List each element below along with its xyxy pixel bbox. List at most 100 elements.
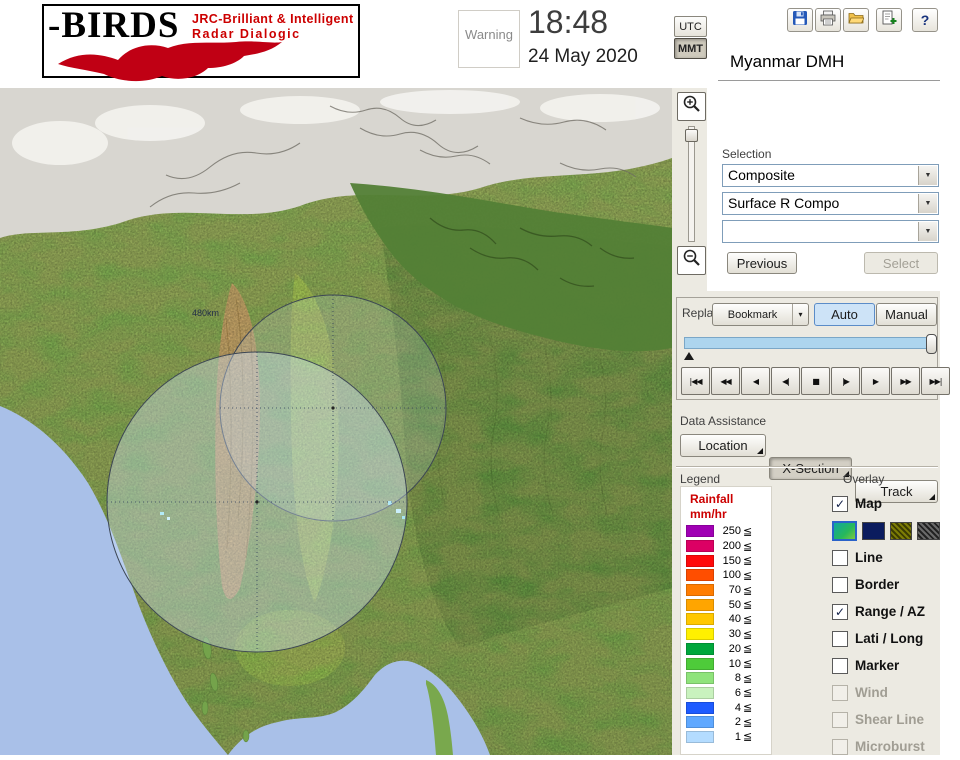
composite-combobox[interactable]: Composite ▼ [722, 164, 939, 187]
selection-label: Selection [722, 147, 771, 161]
help-button[interactable]: ? [912, 8, 938, 32]
legend-color-swatch [686, 613, 714, 625]
overlay-item-marker[interactable]: Marker [832, 652, 940, 679]
checkbox-disabled [832, 739, 848, 755]
palette-swatch-navy[interactable] [862, 522, 885, 540]
fast-rewind-button[interactable]: ◀◀ [711, 367, 740, 395]
corner-triangle-icon [757, 448, 763, 454]
step-forward-button[interactable]: |▶ [831, 367, 860, 395]
legend-value: 40 [714, 613, 741, 625]
checkbox-disabled [832, 685, 848, 701]
legend-value: 70 [714, 584, 741, 596]
chevron-down-icon[interactable]: ▼ [918, 194, 937, 213]
play-reverse-button[interactable]: ◀ [741, 367, 770, 395]
legend-row: 100≦ [686, 568, 770, 583]
overlay-item-line[interactable]: Line [832, 544, 940, 571]
chevron-down-icon[interactable]: ▾ [792, 304, 808, 325]
timeline-start-marker [684, 352, 694, 360]
legend-color-swatch [686, 540, 714, 552]
timeline-slider-thumb[interactable] [926, 334, 937, 354]
mmt-toggle-button[interactable]: MMT [674, 38, 707, 59]
skip-to-start-button[interactable]: |◀◀ [681, 367, 710, 395]
step-back-button[interactable]: ◀| [771, 367, 800, 395]
overlay-item-label: Lati / Long [855, 631, 923, 646]
open-folder-button[interactable] [843, 8, 869, 32]
lte-symbol: ≦ [743, 642, 752, 655]
checkbox-unchecked[interactable] [832, 658, 848, 674]
overlay-item-wind: Wind [832, 679, 940, 706]
magnifier-plus-icon [682, 94, 702, 119]
logo-subtitle-1: JRC-Brilliant & Intelligent [192, 12, 354, 26]
auto-label: Auto [831, 307, 858, 322]
replay-mode-auto-button[interactable]: Auto [814, 303, 875, 326]
checkbox-checked[interactable]: ✓ [832, 604, 848, 620]
palette-swatch-olive[interactable] [890, 522, 913, 540]
checkbox-unchecked[interactable] [832, 550, 848, 566]
utc-toggle-button[interactable]: UTC [674, 16, 707, 37]
combobox-value: Composite [728, 165, 795, 186]
overlay-item-lati-long[interactable]: Lati / Long [832, 625, 940, 652]
checkbox-unchecked[interactable] [832, 577, 848, 593]
overlay-item-border[interactable]: Border [832, 571, 940, 598]
skip-to-end-button[interactable]: ▶▶| [921, 367, 950, 395]
replay-mode-manual-button[interactable]: Manual [876, 303, 937, 326]
zoom-slider-thumb[interactable] [685, 129, 698, 142]
checkbox-unchecked[interactable] [832, 631, 848, 647]
lte-symbol: ≦ [743, 701, 752, 714]
map-palette-row [832, 517, 940, 544]
stop-button[interactable]: ■ [801, 367, 830, 395]
data-assistance-label: Data Assistance [680, 414, 766, 428]
legend-row: 30≦ [686, 627, 770, 642]
previous-button[interactable]: Previous [727, 252, 797, 274]
select-button[interactable]: Select [864, 252, 938, 274]
palette-swatch-terrain[interactable] [832, 521, 857, 541]
overlay-item-map[interactable]: ✓ Map [832, 490, 940, 517]
legend-color-swatch [686, 525, 714, 537]
chevron-down-icon[interactable]: ▼ [918, 222, 937, 241]
play-button[interactable]: ▶ [861, 367, 890, 395]
location-button[interactable]: Location [680, 434, 766, 457]
legend-color-swatch [686, 555, 714, 567]
overlay-item-range-az[interactable]: ✓ Range / AZ [832, 598, 940, 625]
legend-row: 20≦ [686, 642, 770, 657]
legend-value: 2 [714, 716, 741, 728]
legend-row: 8≦ [686, 671, 770, 686]
zoom-in-button[interactable] [677, 92, 706, 121]
checkbox-checked[interactable]: ✓ [832, 496, 848, 512]
radar-map-canvas[interactable]: 480km [0, 88, 672, 755]
lte-symbol: ≦ [743, 730, 752, 743]
checkbox-disabled [832, 712, 848, 728]
legend-row: 200≦ [686, 539, 770, 554]
warning-indicator[interactable]: Warning [458, 10, 520, 68]
save-button[interactable] [787, 8, 813, 32]
legend-value: 50 [714, 599, 741, 611]
lte-symbol: ≦ [743, 613, 752, 626]
export-button[interactable] [876, 8, 902, 32]
empty-combobox[interactable]: ▼ [722, 220, 939, 243]
combobox-value: Surface R Compo [728, 193, 839, 214]
replay-timeline-slider[interactable] [684, 337, 936, 349]
chevron-down-icon[interactable]: ▼ [918, 166, 937, 185]
palette-swatch-gray[interactable] [917, 522, 940, 540]
overlay-item-label: Border [855, 577, 899, 592]
print-button[interactable] [815, 8, 841, 32]
overlay-item-shear-line: Shear Line [832, 706, 940, 733]
legend-color-swatch [686, 672, 714, 684]
overlay-item-label: Marker [855, 658, 899, 673]
bookmark-split-button[interactable]: Bookmark ▾ [712, 303, 809, 326]
location-label: Location [698, 438, 747, 453]
legend-title: Rainfall [690, 492, 733, 506]
lte-symbol: ≦ [743, 540, 752, 553]
legend-color-swatch [686, 658, 714, 670]
zoom-slider-track[interactable] [688, 126, 695, 242]
clock-time: 18:48 [528, 4, 608, 41]
legend-row: 150≦ [686, 553, 770, 568]
mmt-label: MMT [678, 43, 703, 55]
zoom-out-button[interactable] [677, 246, 706, 275]
legend-row: 10≦ [686, 656, 770, 671]
product-combobox[interactable]: Surface R Compo ▼ [722, 192, 939, 215]
fast-forward-button[interactable]: ▶▶ [891, 367, 920, 395]
legend-value: 10 [714, 658, 741, 670]
x-section-button[interactable]: X-Section [769, 457, 852, 480]
check-icon: ✓ [835, 606, 845, 618]
